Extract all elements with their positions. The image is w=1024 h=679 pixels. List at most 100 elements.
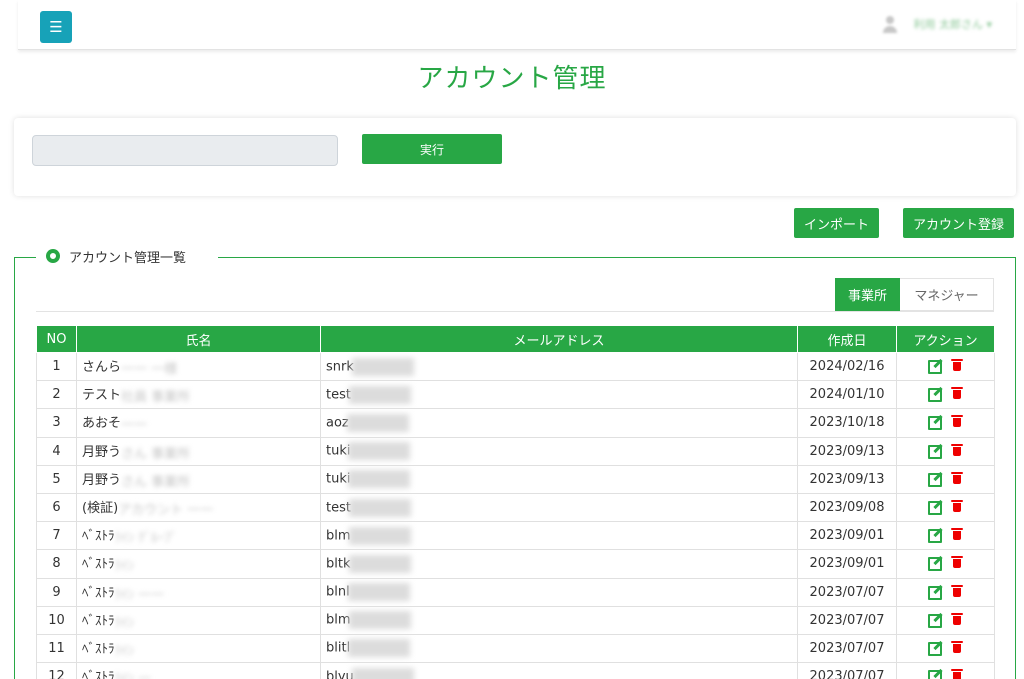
table-row: 5 月野うさん 事業所 tuki 2023/09/13: [36, 464, 995, 494]
cell-actions: [896, 380, 995, 410]
cell-no: 8: [36, 549, 77, 579]
name-visible: テスト: [82, 388, 122, 404]
account-register-button[interactable]: アカウント登録: [903, 208, 1014, 238]
email-redacted: [348, 639, 411, 658]
edit-icon[interactable]: [928, 471, 942, 487]
name-visible: (検証): [82, 501, 119, 517]
table-row: 12ﾍﾞｽﾄﾗﾗｲﾝ 一blyu2023/07/07: [36, 662, 995, 679]
email-redacted: [348, 442, 411, 461]
table-row: 6 (検証)アカウント 一一 test 2023/09/08: [36, 492, 995, 523]
email-visible: test: [326, 387, 351, 403]
name-visible: ﾍﾞｽﾄﾗ: [82, 670, 115, 679]
trash-icon[interactable]: [951, 499, 963, 513]
email-visible: tuki: [326, 471, 351, 487]
edit-icon[interactable]: [928, 584, 942, 600]
edit-icon[interactable]: [928, 612, 942, 628]
edit-icon[interactable]: [928, 443, 942, 459]
email-redacted: [346, 413, 409, 432]
cell-actions: [896, 408, 995, 438]
name-redacted: さん 事業所: [121, 474, 191, 490]
cell-no: 9: [36, 577, 77, 607]
email-redacted: [348, 611, 411, 630]
cell-created: 2023/09/13: [797, 436, 897, 466]
edit-icon[interactable]: [928, 386, 942, 403]
trash-icon[interactable]: [951, 443, 963, 456]
trash-icon[interactable]: [951, 386, 963, 400]
cell-name: ﾍﾞｽﾄﾗﾗｲﾝ 一一: [76, 577, 321, 607]
account-table: NO 氏名 メールアドレス 作成日 アクション 1 さんら一一 一様 snrk 202…: [36, 325, 995, 679]
name-redacted: ﾗｲﾝ: [114, 643, 135, 659]
name-redacted: 社員 事業所: [121, 390, 191, 406]
email-visible: blm: [326, 528, 351, 544]
trash-icon[interactable]: [951, 640, 963, 653]
column-header-email[interactable]: メールアドレス: [320, 325, 798, 353]
email-redacted: [348, 554, 411, 573]
cell-no: 5: [36, 464, 77, 494]
table-row: 7 ﾍﾞｽﾄﾗﾗｲﾝ ｸﾞﾙｰﾌﾟ blm 2023/09/01: [36, 521, 995, 551]
user-menu[interactable]: 利用 太郎さん ▾: [881, 15, 992, 33]
name-visible: あおそ: [82, 416, 122, 432]
import-button[interactable]: インポート: [794, 208, 879, 238]
tab-manager[interactable]: マネジャー: [900, 278, 994, 311]
search-input[interactable]: [32, 135, 338, 166]
table-row: 9 ﾍﾞｽﾄﾗﾗｲﾝ 一一 blnl 2023/07/07: [36, 577, 995, 607]
cell-email: blm: [320, 521, 798, 551]
cell-created: 2023/07/07: [797, 605, 897, 635]
trash-icon[interactable]: [951, 471, 963, 484]
table-row: 3 あおそ一一 aoz 2023/10/18: [36, 408, 995, 438]
table-row: 10 ﾍﾞｽﾄﾗﾗｲﾝ blm 2023/07/07: [36, 605, 995, 635]
trash-icon[interactable]: [951, 584, 963, 597]
table-row: 2 テスト社員 事業所 test 2024/01/10: [36, 380, 995, 410]
cell-name: あおそ一一: [76, 408, 321, 438]
name-visible: ﾍﾞｽﾄﾗ: [82, 613, 115, 629]
cell-created: 2023/07/07: [797, 662, 897, 679]
email-visible: aoz: [326, 415, 349, 431]
cell-no: 2: [36, 380, 77, 410]
trash-icon[interactable]: [951, 358, 963, 372]
column-header-created[interactable]: 作成日: [797, 325, 897, 353]
trash-icon[interactable]: [951, 527, 963, 541]
name-redacted: ﾗｲﾝ ｸﾞﾙｰﾌﾟ: [114, 531, 178, 547]
edit-icon[interactable]: [928, 499, 942, 516]
edit-icon[interactable]: [928, 358, 942, 375]
cell-no: 1: [36, 351, 77, 382]
edit-icon[interactable]: [928, 668, 942, 679]
edit-icon[interactable]: [928, 527, 942, 544]
tab-office[interactable]: 事業所: [835, 278, 900, 311]
email-visible: blm: [326, 612, 351, 628]
edit-icon[interactable]: [928, 555, 942, 572]
cell-name: ﾍﾞｽﾄﾗﾗｲﾝ ｸﾞﾙｰﾌﾟ: [76, 521, 321, 551]
cell-email: snrk: [320, 351, 798, 382]
column-header-no[interactable]: NO: [36, 325, 77, 353]
cell-created: 2023/09/08: [797, 492, 897, 523]
email-visible: bltk: [326, 556, 351, 572]
name-redacted: ﾗｲﾝ: [114, 615, 135, 631]
name-visible: ﾍﾞｽﾄﾗ: [82, 557, 115, 573]
cell-no: 4: [36, 436, 77, 466]
table-row: 11 ﾍﾞｽﾄﾗﾗｲﾝ blitl 2023/07/07: [36, 633, 995, 664]
trash-icon[interactable]: [951, 414, 963, 428]
trash-icon[interactable]: [951, 612, 963, 625]
user-icon: [881, 15, 899, 33]
user-name: 利用 太郎さん ▾: [913, 18, 992, 31]
top-navbar: ☰ 利用 太郎さん ▾: [18, 0, 1016, 50]
email-redacted: [348, 385, 411, 404]
cell-created: 2023/07/07: [797, 577, 897, 607]
name-visible: ﾍﾞｽﾄﾗ: [82, 585, 115, 601]
column-header-name[interactable]: 氏名: [76, 325, 321, 353]
name-visible: さんら: [82, 360, 122, 376]
edit-icon[interactable]: [928, 414, 942, 431]
table-row: 1 さんら一一 一様 snrk 2024/02/16: [36, 351, 995, 382]
trash-icon[interactable]: [951, 668, 963, 679]
run-button[interactable]: 実行: [362, 134, 502, 164]
menu-toggle-button[interactable]: ☰: [40, 11, 72, 43]
cell-created: 2023/09/01: [797, 549, 897, 579]
edit-icon[interactable]: [928, 640, 942, 656]
cell-name: さんら一一 一様: [76, 351, 321, 382]
cell-email: test: [320, 380, 798, 410]
cell-no: 7: [36, 521, 77, 551]
cell-actions: [896, 633, 995, 664]
trash-icon[interactable]: [951, 555, 963, 569]
cell-created: 2023/10/18: [797, 408, 897, 438]
cell-actions: [896, 521, 995, 551]
